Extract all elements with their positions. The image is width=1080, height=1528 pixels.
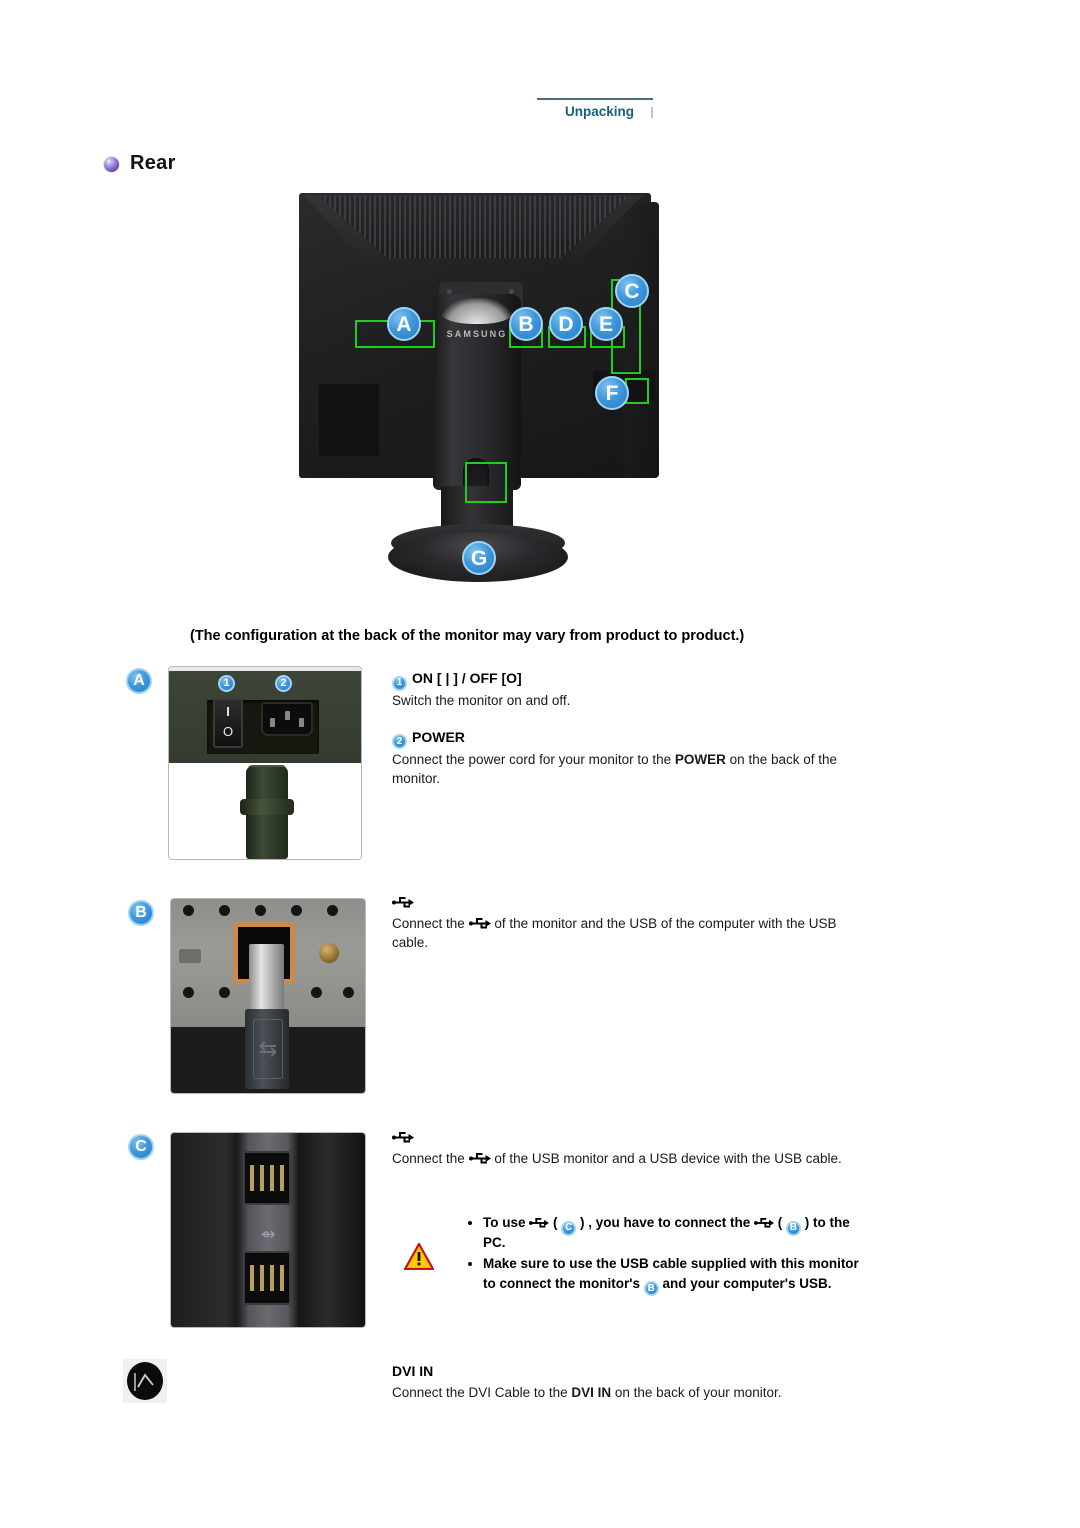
photo-usb-downstream-ports: ⇴	[170, 1132, 366, 1328]
inline-badge-b: B	[643, 1281, 659, 1296]
photo-power-connector: I O 1 2	[168, 666, 362, 860]
usb-connector-grip-marking: ⇆	[253, 1019, 283, 1079]
plate-hole-icon	[255, 905, 266, 916]
warning-bullet-2: Make sure to use the USB cable supplied …	[483, 1254, 868, 1296]
usb-icon	[468, 918, 491, 929]
warning-triangle-icon	[403, 1242, 435, 1271]
callout-badge-a: A	[387, 307, 421, 341]
row-b-description: Connect the of the monitor and the USB o…	[392, 893, 862, 952]
plate-hole-icon	[291, 905, 302, 916]
dvi-title: DVI IN	[392, 1363, 434, 1379]
row-c-description: Connect the of the USB monitor and a USB…	[392, 1128, 862, 1168]
inline-badge-b: B	[786, 1220, 802, 1236]
usb-label-icon: ⇴	[260, 1224, 276, 1244]
item-2-heading: 2 POWER	[392, 727, 862, 750]
monitor-left-port-strip	[319, 384, 379, 456]
callout-badge-f: F	[595, 376, 629, 410]
dvi-connector-thumb-icon	[123, 1359, 167, 1403]
usb-type-a-port-top	[243, 1151, 291, 1205]
item-badge-1: 1	[392, 675, 407, 691]
row-letter-a: A	[126, 668, 152, 694]
section-heading: Rear	[104, 152, 176, 175]
photo-a-badge-2: 2	[275, 675, 292, 692]
plate-hole-icon	[183, 987, 194, 998]
warning-bullet-2-suffix: and your computer's USB.	[658, 1275, 832, 1291]
item-1-title: ON [ | ] / OFF [O]	[412, 669, 522, 686]
power-rocker-switch: I O	[213, 698, 243, 748]
dvi-description: DVI IN Connect the DVI Cable to the DVI …	[392, 1362, 862, 1402]
page-header: Unpacking	[537, 98, 797, 134]
dvi-body-suffix: on the back of your monitor.	[611, 1385, 782, 1400]
callout-badge-g: G	[462, 541, 496, 575]
plate-hole-icon	[219, 987, 230, 998]
callout-badge-d: D	[549, 307, 583, 341]
plate-hole-icon	[343, 987, 354, 998]
brand-logo-text: SAMSUNG	[446, 329, 508, 339]
row-b-body: Connect the of the monitor and the USB o…	[392, 914, 862, 952]
item-badge-2: 2	[392, 734, 407, 750]
item-1-heading: 1 ON [ | ] / OFF [O]	[392, 668, 862, 691]
monitor-rear-figure: SAMSUNG A B C D E F G	[293, 186, 689, 602]
plate-hole-icon	[219, 905, 230, 916]
plate-tab	[179, 949, 201, 963]
item-2-body-bold: POWER	[674, 751, 726, 767]
item-2-title: POWER	[412, 728, 465, 745]
warning-bullet-list: To use ( C ) , you have to connect the (…	[468, 1213, 868, 1296]
row-a-description: 1 ON [ | ] / OFF [O] Switch the monitor o…	[392, 668, 862, 788]
plate-hole-icon	[183, 905, 194, 916]
row-c-body-mid: of the USB monitor and a USB device with…	[490, 1151, 842, 1166]
callout-badge-c: C	[615, 274, 649, 308]
plate-screw-icon	[319, 943, 339, 963]
figure-caption: (The configuration at the back of the mo…	[190, 628, 745, 644]
warning-bullet-1: To use ( C ) , you have to connect the (…	[483, 1213, 868, 1252]
item-2-body: Connect the power cord for your monitor …	[392, 750, 862, 788]
breadcrumb-separator	[651, 107, 653, 118]
dvi-body: Connect the DVI Cable to the DVI IN on t…	[392, 1383, 862, 1402]
purple-sphere-bullet-icon	[104, 157, 119, 172]
usb-icon	[754, 1218, 775, 1228]
callout-badge-e: E	[589, 307, 623, 341]
callout-box-g	[465, 462, 507, 503]
iec-pin-top-icon	[285, 711, 290, 720]
plate-hole-icon	[327, 905, 338, 916]
header-divider-rule	[537, 98, 653, 100]
photo-a-top-half: I O	[169, 667, 361, 763]
inline-badge-c: C	[561, 1220, 577, 1236]
usb-connector-shell	[249, 944, 284, 1016]
breadcrumb: Unpacking	[565, 104, 635, 119]
iec-power-socket	[261, 702, 313, 736]
usb-port-contacts-icon	[250, 1265, 284, 1291]
item-2-body-prefix: Connect the power cord for your monitor …	[392, 751, 675, 767]
row-letter-b: B	[128, 900, 154, 926]
dvi-body-bold: DVI IN	[571, 1385, 612, 1400]
usb-port-contacts-icon	[250, 1165, 284, 1191]
usb-icon	[468, 1153, 491, 1164]
switch-off-mark: O	[222, 724, 234, 739]
item-1-body: Switch the monitor on and off.	[392, 692, 571, 708]
photo-usb-upstream-port: ⇆	[170, 898, 366, 1094]
photo-a-badge-1: 1	[218, 675, 235, 692]
monitor-neck-highlight	[441, 298, 513, 324]
power-plug-collar	[240, 799, 294, 815]
row-c-body-prefix: Connect the	[392, 1151, 469, 1166]
row-b-body-prefix: Connect the	[392, 916, 469, 931]
switch-on-mark: I	[226, 704, 230, 719]
warning-note: To use ( C ) , you have to connect the (…	[468, 1213, 868, 1296]
usb-icon	[529, 1218, 550, 1228]
dvi-body-prefix: Connect the DVI Cable to the	[392, 1385, 572, 1400]
page-title: Rear	[130, 152, 176, 174]
iec-pin-left-icon	[270, 718, 275, 727]
row-letter-c: C	[128, 1134, 154, 1160]
usb-type-a-port-bottom	[243, 1251, 291, 1305]
usb-icon	[392, 1132, 414, 1143]
plate-hole-icon	[311, 987, 322, 998]
callout-badge-b: B	[509, 307, 543, 341]
iec-pin-right-icon	[299, 718, 304, 727]
usb-icon	[392, 897, 414, 908]
row-c-body: Connect the of the USB monitor and a USB…	[392, 1149, 862, 1168]
